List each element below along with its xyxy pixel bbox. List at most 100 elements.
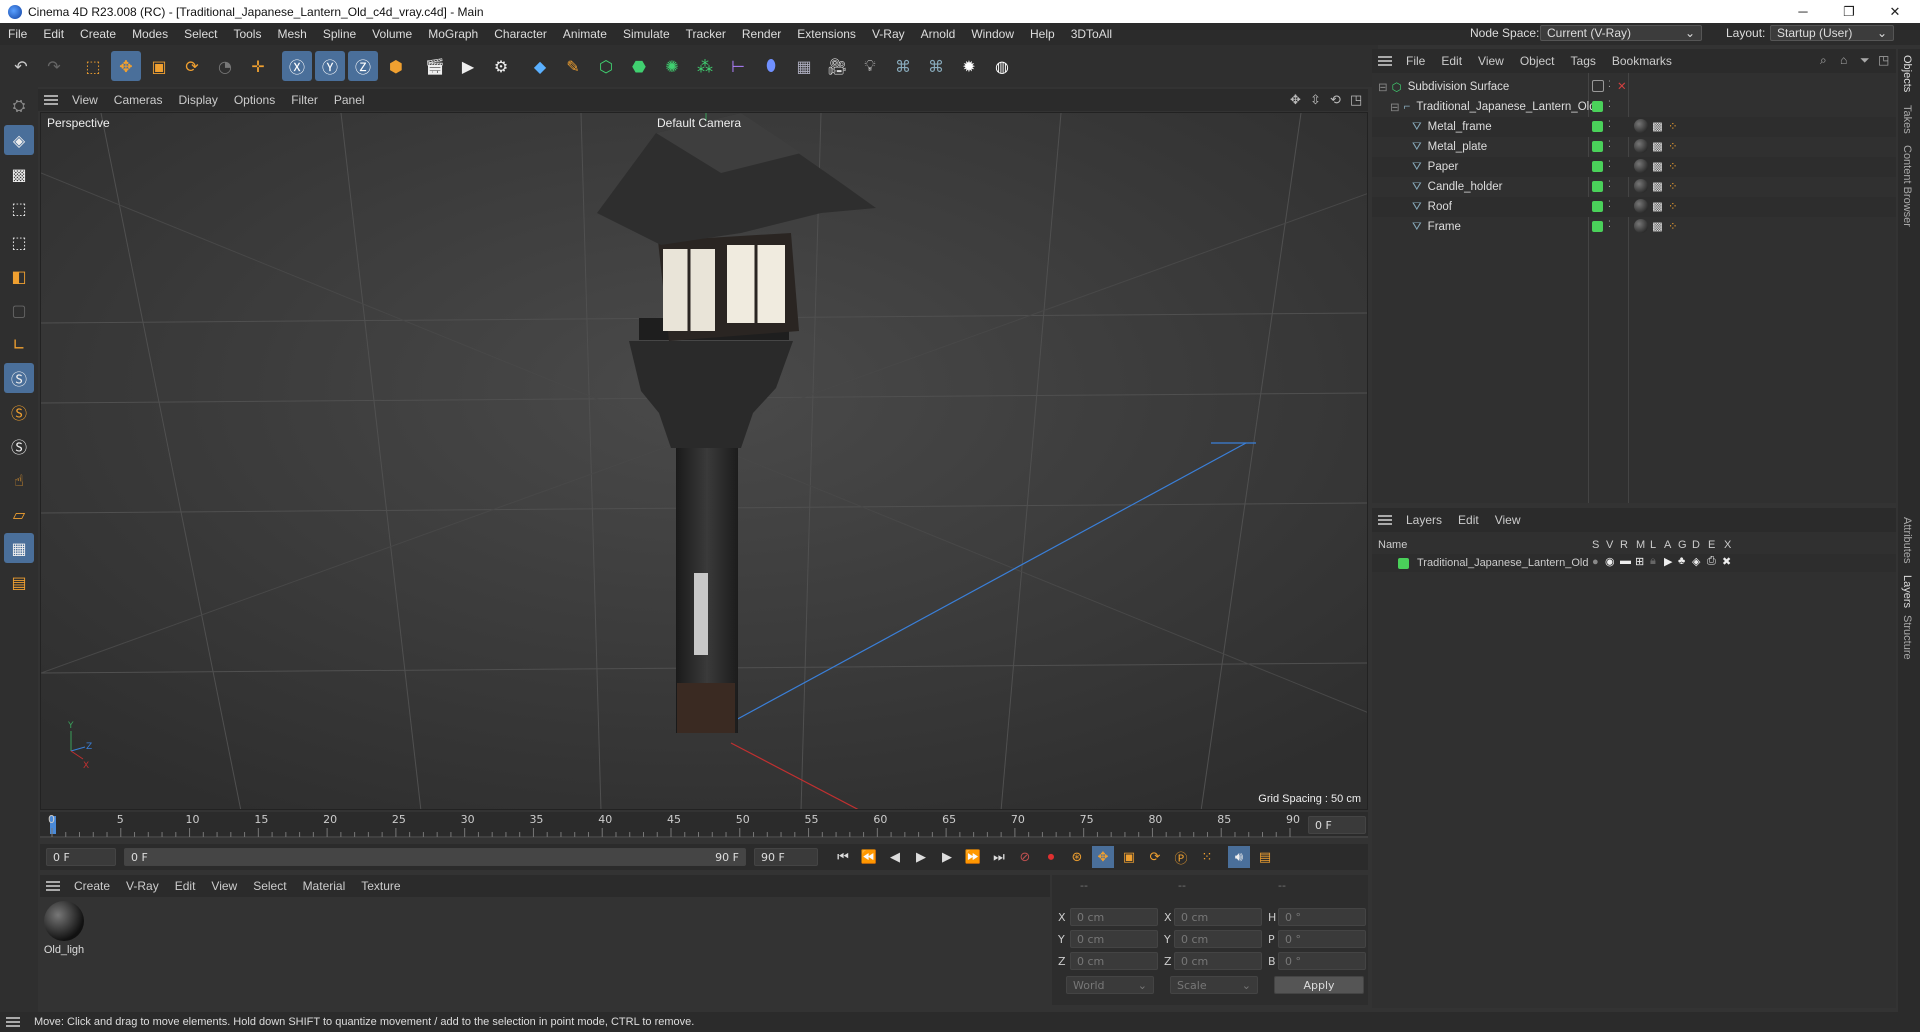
new-panel-icon[interactable]: ◳	[1878, 53, 1889, 67]
key-rotation-icon[interactable]: ⟳	[1144, 846, 1166, 868]
generators-icon[interactable]: ♣	[1678, 555, 1685, 567]
create-tool-icon[interactable]: ✛	[243, 51, 273, 81]
vertex-tag-icon[interactable]: ⁘	[1668, 219, 1678, 233]
apply-button[interactable]: Apply	[1274, 976, 1364, 994]
size-y-field[interactable]: 0 cm	[1174, 930, 1262, 948]
viewport-menu-cameras[interactable]: Cameras	[106, 93, 171, 107]
expand-icon[interactable]: ⊟	[1390, 100, 1400, 114]
deformers-icon[interactable]: ◈	[1692, 555, 1700, 568]
viewport-menu-icon[interactable]	[44, 95, 58, 105]
menu-file[interactable]: File	[0, 27, 35, 41]
go-to-start-icon[interactable]: ⏮	[832, 846, 854, 868]
rotation-b-field[interactable]: 0 °	[1278, 952, 1366, 970]
tab-takes[interactable]: Takes	[1901, 105, 1913, 134]
points-mode-icon[interactable]: ⬚	[4, 193, 34, 223]
key-scale-icon[interactable]: ▣	[1118, 846, 1140, 868]
object-row-frame[interactable]: ⛛ Frame ⁚ ▩ ⁘	[1372, 217, 1896, 237]
viewport-nav-rotate-icon[interactable]: ⟲	[1330, 92, 1341, 108]
viewport-menu-view[interactable]: View	[64, 93, 106, 107]
menu-modes[interactable]: Modes	[124, 27, 176, 41]
sound-icon[interactable]: 🔊︎	[1228, 846, 1250, 868]
record-keys-icon[interactable]: ⊘	[1014, 846, 1036, 868]
bend-deformer-icon[interactable]: ⊢	[723, 51, 753, 81]
restore-icon[interactable]: ❐	[1826, 0, 1872, 23]
play-icon[interactable]: ▶	[910, 846, 932, 868]
menu-window[interactable]: Window	[963, 27, 1022, 41]
visibility-dots-icon[interactable]: ⁚	[1608, 139, 1611, 150]
manager-icon[interactable]: ⊞	[1635, 555, 1644, 568]
solo-icon[interactable]: ●	[1592, 556, 1599, 568]
live-selection-icon[interactable]: ⬚	[78, 51, 108, 81]
expand-icon[interactable]: ⊟	[1378, 80, 1388, 94]
x-axis-lock-icon[interactable]: Ⓧ	[282, 51, 312, 81]
render-settings-icon[interactable]: ⚙	[486, 51, 516, 81]
tab-structure[interactable]: Structure	[1901, 615, 1913, 660]
object-menu-file[interactable]: File	[1398, 54, 1433, 68]
layer-menu-icon[interactable]	[1378, 515, 1392, 525]
menu-arnold[interactable]: Arnold	[913, 27, 964, 41]
pen-spline-icon[interactable]: ✎	[558, 51, 588, 81]
object-menu-icon[interactable]	[1378, 56, 1392, 66]
viewport-nav-move-icon[interactable]: ✥	[1290, 92, 1301, 108]
uvw-tag-icon[interactable]: ▩	[1652, 179, 1663, 193]
snap-settings-icon[interactable]: Ⓢ	[4, 397, 34, 427]
key-pla-icon[interactable]: ⁙	[1196, 846, 1218, 868]
vray-globe-icon[interactable]: ◍	[987, 51, 1017, 81]
menu-extensions[interactable]: Extensions	[789, 27, 864, 41]
texture-mode-icon[interactable]: ▩	[4, 159, 34, 189]
current-frame-field[interactable]: 0 F	[1308, 816, 1366, 834]
rotate-tool-icon[interactable]: ⟳	[177, 51, 207, 81]
move-tool-icon[interactable]: ✥	[111, 51, 141, 81]
mograph-icon[interactable]: ⁂	[690, 51, 720, 81]
visible-eye-icon[interactable]: ◉	[1605, 555, 1615, 568]
tab-objects[interactable]: Objects	[1901, 55, 1913, 92]
filter-icon[interactable]: ⏷	[1860, 53, 1870, 68]
axis-mode-icon[interactable]: ∟	[4, 329, 34, 359]
vray-settings-icon[interactable]: ✹	[954, 51, 984, 81]
go-to-end-icon[interactable]: ⏭	[988, 846, 1010, 868]
layer-color-icon[interactable]	[1592, 181, 1603, 192]
viewport-menu-panel[interactable]: Panel	[326, 93, 373, 107]
camera-label[interactable]: Default Camera	[657, 116, 741, 130]
material-tag-icon[interactable]	[1634, 119, 1648, 133]
material-tag-icon[interactable]	[1634, 179, 1648, 193]
edit-toggle-icon[interactable]	[1592, 80, 1604, 92]
visibility-dots-icon[interactable]: ⁚	[1608, 119, 1611, 130]
animation-icon[interactable]: ▶	[1664, 555, 1672, 568]
cloner-icon[interactable]: ✺	[657, 51, 687, 81]
menu-tracker[interactable]: Tracker	[678, 27, 734, 41]
python-icon[interactable]: ⌘	[888, 51, 918, 81]
autokeying-icon[interactable]: ⏺	[1040, 846, 1062, 868]
floor-icon[interactable]: ▦	[789, 51, 819, 81]
uvw-tag-icon[interactable]: ▩	[1652, 219, 1663, 233]
menu-edit[interactable]: Edit	[35, 27, 72, 41]
rotation-h-field[interactable]: 0 °	[1278, 908, 1366, 926]
tab-attributes[interactable]: Attributes	[1901, 517, 1913, 563]
rotation-p-field[interactable]: 0 °	[1278, 930, 1366, 948]
layer-color-icon[interactable]	[1592, 121, 1603, 132]
uvw-tag-icon[interactable]: ▩	[1652, 139, 1663, 153]
vertex-tag-icon[interactable]: ⁘	[1668, 159, 1678, 173]
key-parameter-icon[interactable]: Ⓟ	[1170, 846, 1192, 868]
tweak-icon[interactable]: ☝	[4, 465, 34, 495]
menu-mograph[interactable]: MoGraph	[420, 27, 486, 41]
scale-tool-icon[interactable]: ▣	[144, 51, 174, 81]
object-row-lantern[interactable]: ⊟ ⌐ Traditional_Japanese_Lantern_Old ⁚	[1372, 97, 1896, 117]
coordinate-system-icon[interactable]: ⬢	[381, 51, 411, 81]
tab-content-browser[interactable]: Content Browser	[1901, 145, 1913, 227]
previous-frame-icon[interactable]: ◀	[884, 846, 906, 868]
size-z-field[interactable]: 0 cm	[1174, 952, 1262, 970]
layer-menu-layers[interactable]: Layers	[1398, 513, 1450, 527]
menu-tools[interactable]: Tools	[225, 27, 269, 41]
material-menu-create[interactable]: Create	[66, 879, 118, 893]
material-menu-texture[interactable]: Texture	[353, 879, 408, 893]
material-menu-vray[interactable]: V-Ray	[118, 879, 167, 893]
next-key-icon[interactable]: ⏩	[962, 846, 984, 868]
size-x-field[interactable]: 0 cm	[1174, 908, 1262, 926]
object-row-paper[interactable]: ⛛ Paper ⁚ ▩ ⁘	[1372, 157, 1896, 177]
menu-volume[interactable]: Volume	[364, 27, 420, 41]
keyframe-selection-icon[interactable]: ⊛	[1066, 846, 1088, 868]
menu-simulate[interactable]: Simulate	[615, 27, 678, 41]
tab-layers[interactable]: Layers	[1901, 575, 1913, 608]
layout-select[interactable]: Startup (User) ⌄	[1770, 25, 1894, 41]
